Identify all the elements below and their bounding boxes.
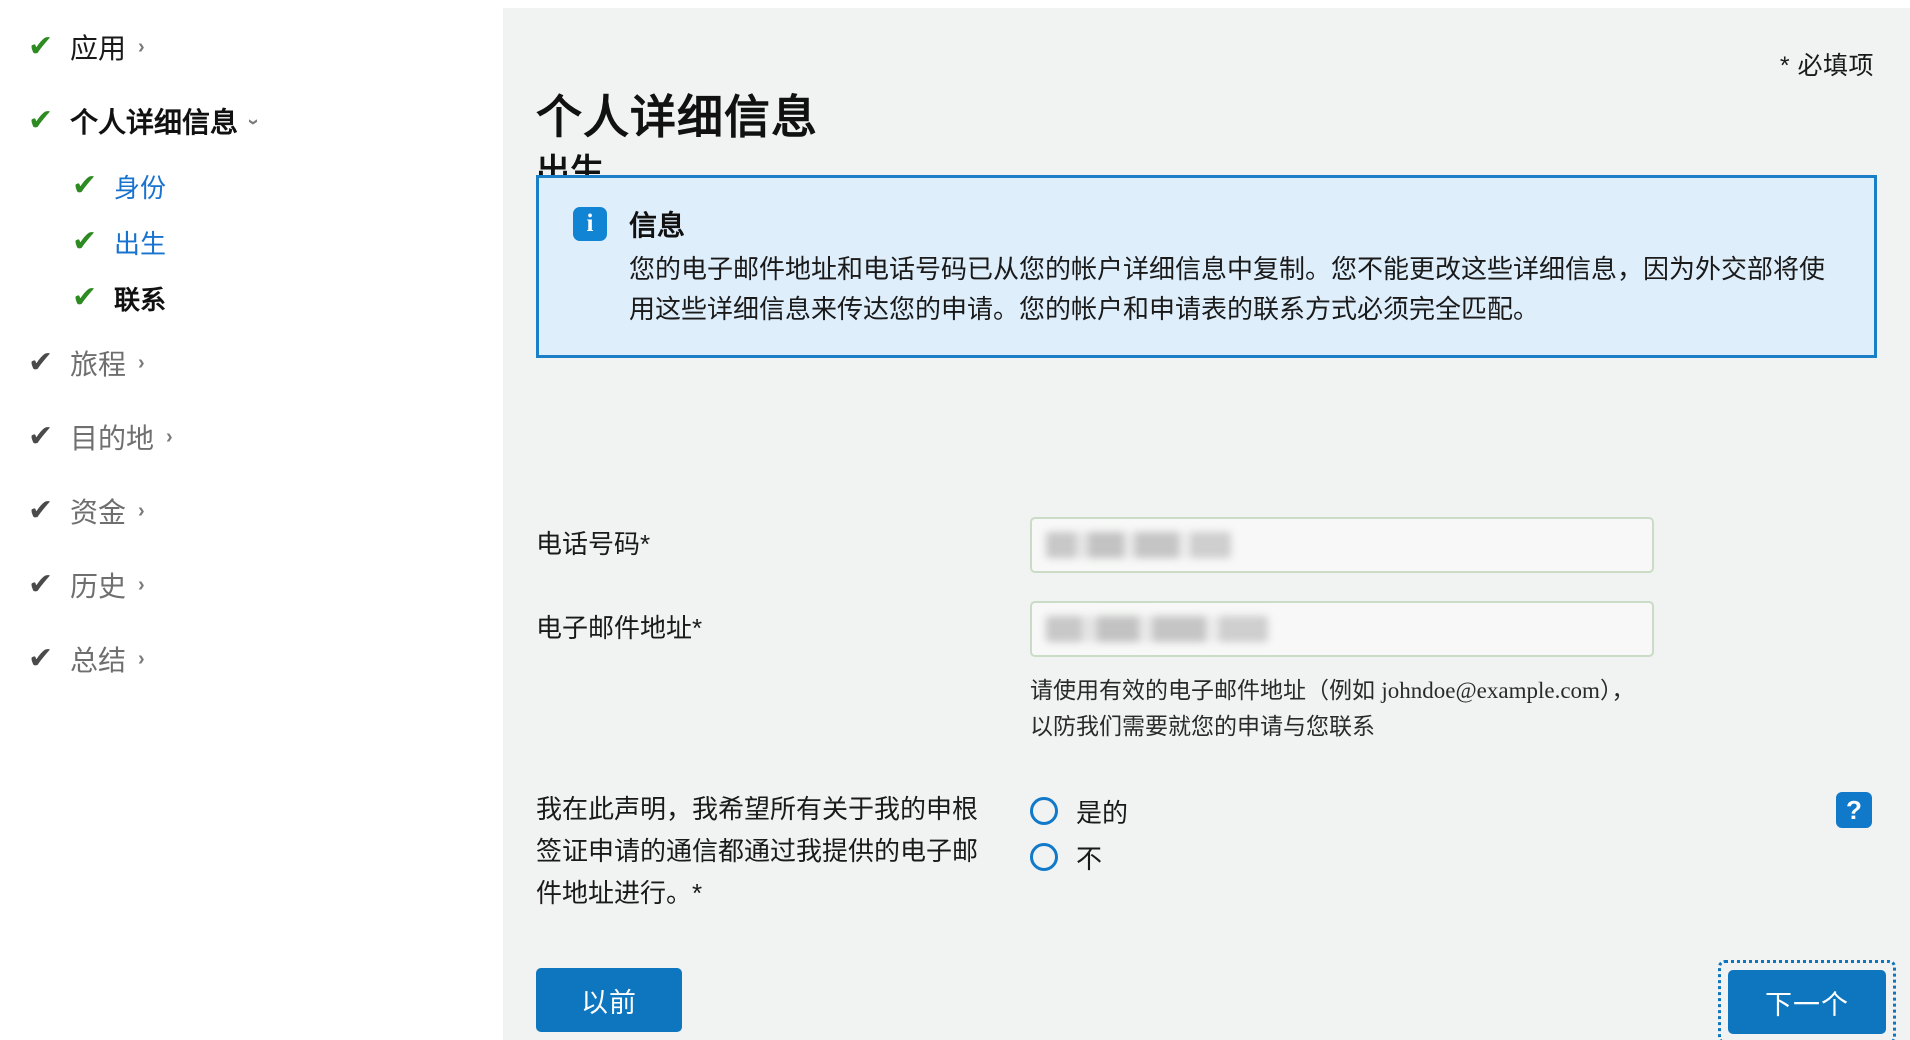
sidebar-item-label: 目的地 [70, 423, 155, 454]
declaration-radio-group: 是的 不 [1030, 788, 1128, 880]
radio-option-yes[interactable]: 是的 [1030, 788, 1128, 834]
info-callout-header: i 信息 [573, 204, 1844, 244]
sidebar-item-label: 总结 [70, 645, 127, 676]
application-window: ✔ 应用 › ✔ 个人详细信息 › ✔ 身份 ✔ 出生 ✔ 联系 ✔ 旅程 › … [0, 0, 1910, 1040]
sidebar-item-label: 历史 [70, 571, 127, 602]
check-icon: ✔ [28, 494, 54, 527]
radio-circle-icon[interactable] [1030, 843, 1058, 871]
declaration-label: 我在此声明，我希望所有关于我的申根签证申请的通信都通过我提供的电子邮件地址进行。… [536, 794, 979, 909]
sidebar-item-history[interactable]: ✔ 历史 › [0, 548, 503, 622]
next-button[interactable]: 下一个 [1728, 970, 1886, 1034]
chevron-down-icon: › [242, 118, 265, 126]
sidebar-item-label: 个人详细信息 [70, 107, 239, 138]
phone-field-label: 电话号码* [536, 529, 651, 559]
check-icon: ✔ [28, 30, 54, 63]
check-icon: ✔ [72, 225, 98, 258]
check-icon: ✔ [28, 420, 54, 453]
sidebar-item-label: 旅程 [70, 349, 127, 380]
sidebar-item-label: 身份 [114, 172, 167, 203]
sidebar-item-funds[interactable]: ✔ 资金 › [0, 474, 503, 548]
help-question-icon-button[interactable]: ? [1836, 792, 1872, 828]
chevron-right-icon: › [138, 648, 145, 670]
email-help-prefix: 请使用有效的电子邮件地址（例如 [1030, 677, 1382, 703]
check-icon: ✔ [28, 346, 54, 379]
chevron-right-icon: › [138, 352, 145, 374]
check-icon: ✔ [28, 104, 54, 137]
sidebar-item-birth[interactable]: ✔ 出生 [0, 214, 503, 270]
sidebar-item-personal-details[interactable]: ✔ 个人详细信息 › [0, 84, 503, 158]
sidebar-item-summary[interactable]: ✔ 总结 › [0, 622, 503, 696]
info-icon: i [573, 207, 607, 241]
main-content-panel: * 必填项 个人详细信息 出生 i 信息 您的电子邮件地址和电话号码已从您的帐户… [503, 8, 1910, 1040]
email-field-label: 电子邮件地址* [536, 613, 703, 643]
redacted-email-value [1046, 616, 1268, 642]
radio-option-no[interactable]: 不 [1030, 834, 1128, 880]
sidebar-item-label: 联系 [114, 284, 167, 315]
sidebar-item-label: 出生 [114, 228, 167, 259]
check-icon: ✔ [72, 281, 98, 314]
chevron-right-icon: › [138, 574, 145, 596]
radio-option-no-label: 不 [1076, 843, 1103, 874]
redacted-phone-value [1046, 532, 1231, 558]
radio-circle-icon[interactable] [1030, 797, 1058, 825]
previous-button[interactable]: 以前 [536, 968, 682, 1032]
email-input[interactable] [1030, 601, 1654, 657]
check-icon: ✔ [28, 568, 54, 601]
info-callout-title: 信息 [629, 210, 686, 241]
email-help-text: 请使用有效的电子邮件地址（例如 johndoe@example.com）， 以防… [1030, 673, 1690, 743]
sidebar-item-identity[interactable]: ✔ 身份 [0, 158, 503, 214]
radio-option-yes-label: 是的 [1076, 797, 1129, 828]
chevron-right-icon: › [166, 426, 173, 448]
email-help-line2: 以防我们需要就您的申请与您联系 [1030, 712, 1375, 739]
phone-input[interactable] [1030, 517, 1654, 573]
sidebar-item-destination[interactable]: ✔ 目的地 › [0, 400, 503, 474]
email-help-sample: johndoe@example.com [1381, 678, 1600, 703]
required-fields-note: * 必填项 [1779, 52, 1874, 80]
sidebar-item-label: 资金 [70, 497, 127, 528]
email-help-suffix: ）， [1599, 677, 1635, 703]
info-callout: i 信息 您的电子邮件地址和电话号码已从您的帐户详细信息中复制。您不能更改这些详… [536, 175, 1877, 359]
sidebar-item-application[interactable]: ✔ 应用 › [0, 10, 503, 84]
check-icon: ✔ [28, 642, 54, 675]
check-icon: ✔ [72, 169, 98, 202]
sidebar-item-journey[interactable]: ✔ 旅程 › [0, 326, 503, 400]
sidebar-item-label: 应用 [70, 33, 127, 64]
page-title: 个人详细信息 [536, 90, 818, 143]
chevron-right-icon: › [138, 500, 145, 522]
chevron-right-icon: › [138, 36, 145, 58]
progress-sidebar: ✔ 应用 › ✔ 个人详细信息 › ✔ 身份 ✔ 出生 ✔ 联系 ✔ 旅程 › … [0, 0, 503, 1040]
sidebar-item-contact[interactable]: ✔ 联系 [0, 270, 503, 326]
info-callout-body: 您的电子邮件地址和电话号码已从您的帐户详细信息中复制。您不能更改这些详细信息，因… [629, 254, 1826, 324]
next-button-focus-ring: 下一个 [1718, 960, 1896, 1040]
